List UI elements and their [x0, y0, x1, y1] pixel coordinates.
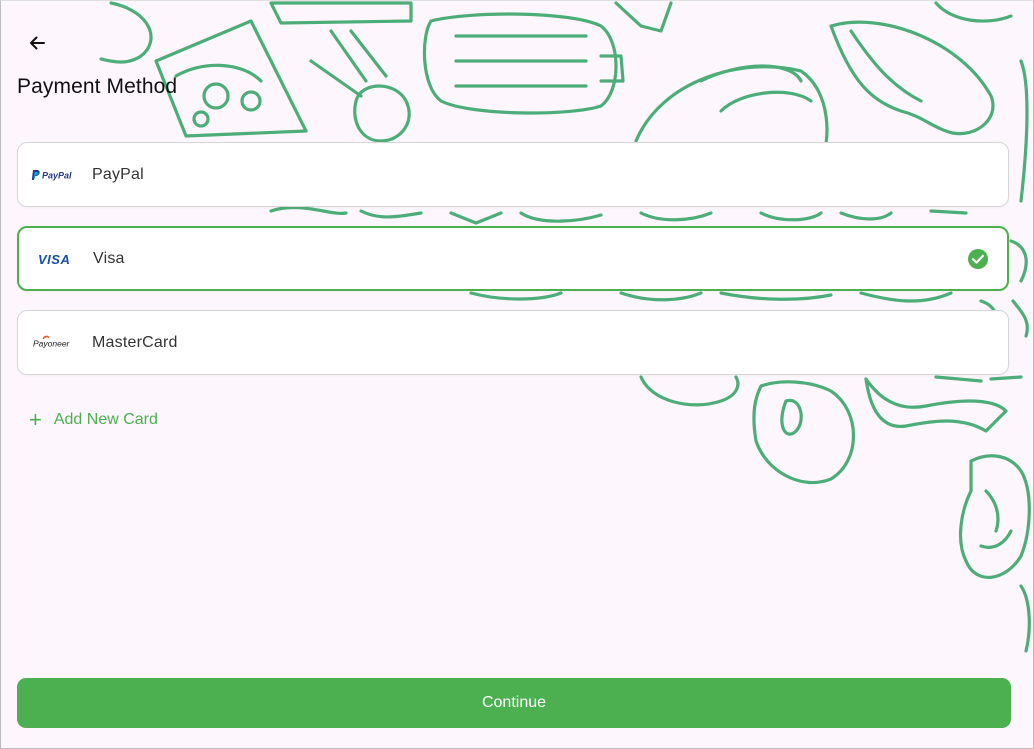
page-title: Payment Method: [17, 75, 178, 98]
plus-icon: +: [29, 407, 42, 432]
payment-option-paypal[interactable]: PayPal PayPal: [17, 142, 1009, 207]
visa-logo-icon: VISA: [19, 251, 93, 267]
add-new-card-label: Add New Card: [53, 411, 158, 428]
payment-option-label: PayPal: [92, 165, 144, 183]
arrow-left-icon: [30, 36, 45, 50]
payment-option-label: MasterCard: [92, 333, 178, 351]
payoneer-logo-icon: Payoneer: [18, 335, 92, 351]
payment-option-visa[interactable]: VISA Visa: [17, 226, 1009, 291]
paypal-logo-text: PayPal: [42, 170, 72, 180]
paypal-logo-icon: PayPal: [18, 168, 92, 182]
payoneer-logo-text: Payoneer: [33, 338, 71, 348]
food-doodle-background: [99, 1, 1031, 653]
add-new-card-button[interactable]: + Add New Card: [29, 409, 158, 431]
payment-option-mastercard[interactable]: Payoneer MasterCard: [17, 310, 1009, 375]
visa-logo-text: VISA: [38, 252, 70, 267]
back-button[interactable]: [21, 27, 53, 59]
continue-button[interactable]: Continue: [17, 678, 1011, 728]
check-circle-icon: [968, 248, 988, 269]
payment-option-label: Visa: [93, 249, 125, 267]
app-window: Payment Method PayPal PayPal VISA Visa P…: [0, 0, 1034, 749]
